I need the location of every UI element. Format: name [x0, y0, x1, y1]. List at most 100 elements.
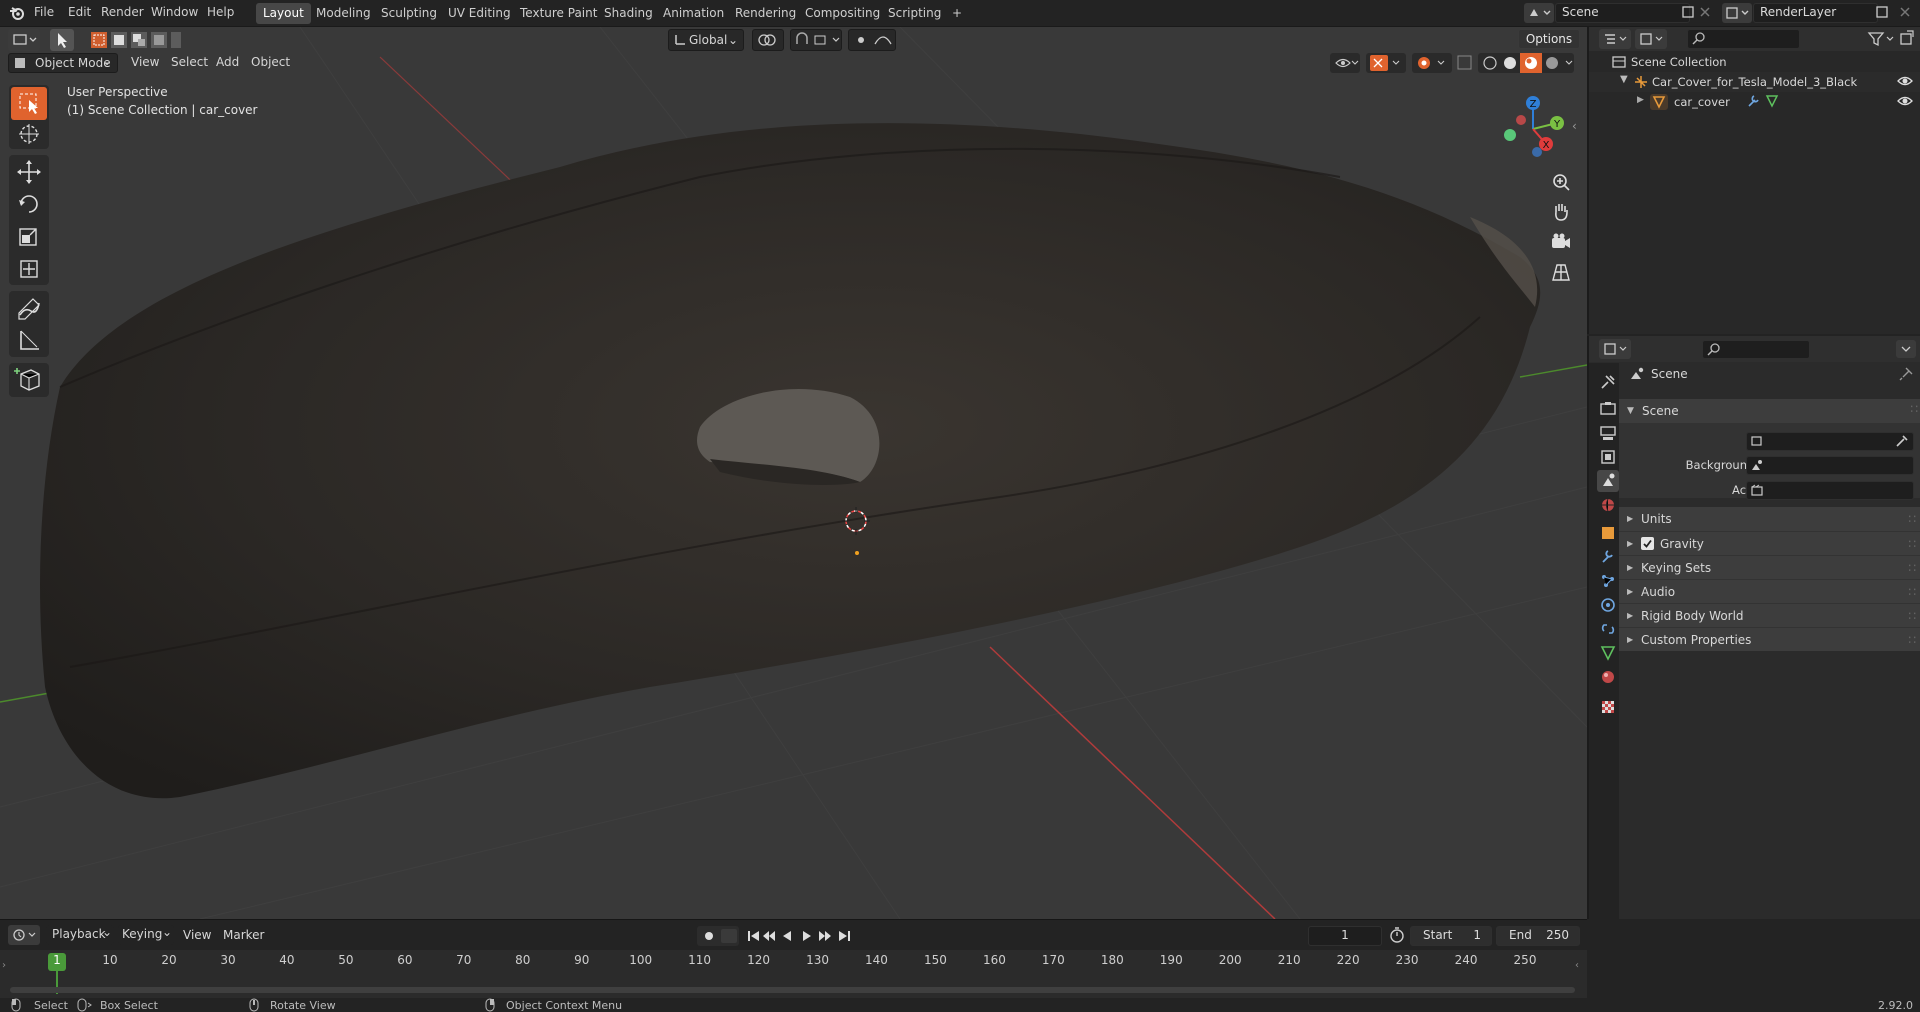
view-layer-field[interactable]: RenderLayer	[1753, 3, 1878, 23]
outliner-root-row[interactable]: Scene Collection	[1589, 52, 1920, 72]
gravity-panel-header[interactable]: ▶ Gravity ∷	[1619, 531, 1920, 555]
viewport-menu-select[interactable]: Select	[171, 55, 208, 69]
view-layer-delete-icon[interactable]	[1898, 5, 1912, 19]
audio-panel-header[interactable]: ▶ Audio ∷	[1619, 579, 1920, 603]
tab-texture-paint[interactable]: Texture Paint	[513, 3, 604, 24]
scene-name-field[interactable]: Scene	[1555, 3, 1690, 23]
options-button[interactable]: Options ⌄	[1518, 29, 1580, 64]
drag-handle-icon[interactable]: ∷	[1908, 556, 1916, 580]
outliner-row-car-cover-empty[interactable]: ▼ Car_Cover_for_Tesla_Model_3_Black	[1589, 72, 1920, 92]
active-clip-field[interactable]	[1746, 481, 1914, 500]
zoom-icon[interactable]	[1549, 170, 1573, 194]
scene-delete-icon[interactable]	[1698, 5, 1712, 19]
drag-handle-icon[interactable]: ∷	[1908, 604, 1916, 628]
snap-controls[interactable]	[790, 29, 842, 51]
drag-handle-icon[interactable]: ∷	[1908, 507, 1916, 531]
rotate-tool[interactable]	[11, 189, 47, 222]
sidebar-toggle-icon[interactable]: ‹	[1572, 119, 1577, 133]
transform-tool[interactable]	[11, 253, 47, 286]
select-box-tool[interactable]	[11, 87, 47, 120]
tab-layout[interactable]: Layout	[256, 3, 311, 24]
tab-texture-icon[interactable]	[1597, 696, 1619, 718]
scene-new-icon[interactable]	[1681, 5, 1695, 19]
playback-menu[interactable]: Playback ⌄	[46, 925, 114, 945]
transform-orientation-select[interactable]: Global ⌄	[668, 29, 744, 51]
timeline-menu-view[interactable]: View	[183, 928, 211, 942]
keying-sets-panel-header[interactable]: ▶ Keying Sets ∷	[1619, 555, 1920, 579]
navigation-gizmo[interactable]: Z Y X	[1493, 89, 1573, 169]
menu-render[interactable]: Render	[101, 5, 144, 19]
auto-keying-button[interactable]	[697, 926, 739, 946]
add-cube-tool[interactable]	[11, 364, 47, 397]
drag-handle-icon[interactable]: ∷	[1908, 628, 1916, 652]
current-frame-field[interactable]: 1	[1308, 926, 1382, 946]
tab-render-icon[interactable]	[1597, 398, 1619, 420]
properties-options-icon[interactable]	[1896, 340, 1916, 358]
viewport-menu-view[interactable]: View	[131, 55, 159, 69]
timeline-editor-type-button[interactable]	[8, 925, 40, 945]
tab-uv-editing[interactable]: UV Editing	[441, 3, 518, 24]
camera-field[interactable]	[1746, 432, 1914, 451]
properties-search-input[interactable]	[1702, 340, 1810, 359]
tab-output-icon[interactable]	[1597, 422, 1619, 444]
tab-world-icon[interactable]	[1597, 494, 1619, 516]
view-layer-browse-button[interactable]	[1722, 3, 1752, 23]
cursor-tool[interactable]	[11, 120, 47, 153]
move-tool[interactable]	[11, 157, 47, 190]
gravity-checkbox[interactable]	[1641, 537, 1654, 550]
tab-tool-icon[interactable]	[1597, 371, 1619, 393]
modifier-wrench-icon[interactable]	[1746, 94, 1760, 108]
tab-sculpting[interactable]: Sculpting	[374, 3, 444, 24]
scene-panel-header[interactable]: ▼ Scene ∷	[1619, 399, 1920, 423]
drag-handle-icon[interactable]: ∷	[1910, 397, 1918, 421]
display-mode-button[interactable]	[1635, 29, 1667, 49]
mesh-data-icon[interactable]	[1765, 94, 1779, 108]
camera-view-icon[interactable]	[1549, 230, 1573, 254]
tab-data-icon[interactable]	[1597, 642, 1619, 664]
timeline-left-arrow-icon[interactable]: ›	[2, 960, 6, 971]
expand-arrow-icon[interactable]: ▼	[1620, 74, 1628, 85]
pivot-point-select[interactable]	[752, 29, 784, 51]
editor-type-button[interactable]	[8, 29, 40, 51]
filter-icon[interactable]	[1867, 30, 1895, 48]
timeline-scrollbar[interactable]	[10, 987, 1575, 993]
tab-scene-icon[interactable]	[1597, 470, 1619, 492]
scale-tool[interactable]	[11, 221, 47, 254]
rigid-body-world-panel-header[interactable]: ▶ Rigid Body World ∷	[1619, 603, 1920, 627]
eye-icon[interactable]	[1897, 74, 1913, 88]
tab-modifiers-icon[interactable]	[1597, 546, 1619, 568]
3d-viewport[interactable]: Global ⌄ Options ⌄ Object Mode ⌄ View Se…	[0, 27, 1587, 919]
tab-physics-icon[interactable]	[1597, 594, 1619, 616]
viewport-shading-controls[interactable]	[1330, 52, 1587, 74]
tab-constraints-icon[interactable]	[1597, 618, 1619, 640]
tab-animation[interactable]: Animation	[656, 3, 731, 24]
expand-arrow-icon[interactable]: ▶	[1637, 95, 1644, 105]
drag-handle-icon[interactable]: ∷	[1908, 532, 1916, 556]
viewport-menu-object[interactable]: Object	[251, 55, 290, 69]
units-panel-header[interactable]: ▶ Units ∷	[1619, 507, 1920, 531]
viewport-menu-add[interactable]: Add	[216, 55, 239, 69]
custom-properties-panel-header[interactable]: ▶ Custom Properties ∷	[1619, 627, 1920, 651]
end-frame-field[interactable]: End 250	[1496, 926, 1580, 946]
playback-controls[interactable]	[745, 926, 865, 946]
outliner-search-input[interactable]	[1687, 29, 1800, 49]
mode-select[interactable]: Object Mode ⌄	[8, 53, 118, 73]
tab-view-layer-icon[interactable]	[1597, 446, 1619, 468]
proportional-editing-controls[interactable]	[848, 29, 896, 51]
tab-particles-icon[interactable]	[1597, 570, 1619, 592]
scene-browse-button[interactable]	[1524, 3, 1554, 23]
pin-icon[interactable]	[1899, 367, 1913, 381]
pan-hand-icon[interactable]	[1549, 200, 1573, 224]
tab-scripting[interactable]: Scripting	[881, 3, 948, 24]
background-scene-field[interactable]	[1746, 456, 1914, 475]
menu-file[interactable]: File	[34, 5, 54, 19]
tab-modeling[interactable]: Modeling	[309, 3, 378, 24]
tab-material-icon[interactable]	[1597, 666, 1619, 688]
outliner-editor-type-button[interactable]	[1599, 29, 1631, 49]
tab-shading[interactable]: Shading	[597, 3, 660, 24]
menu-edit[interactable]: Edit	[68, 5, 91, 19]
timeline-right-arrow-icon[interactable]: ‹	[1575, 960, 1579, 971]
new-collection-icon[interactable]	[1898, 29, 1916, 47]
drag-handle-icon[interactable]: ∷	[1908, 580, 1916, 604]
properties-editor-type-button[interactable]	[1599, 339, 1631, 359]
